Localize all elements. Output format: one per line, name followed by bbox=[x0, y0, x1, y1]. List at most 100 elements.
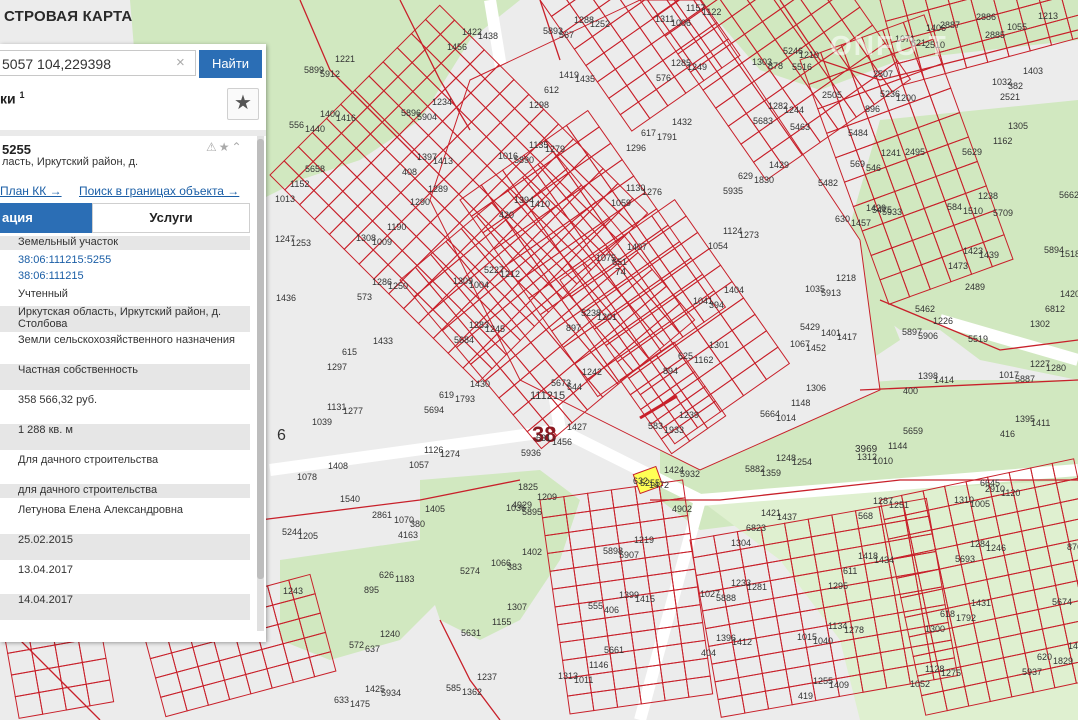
parcel-label: 1078 bbox=[297, 472, 317, 482]
parcel-label: 5913 bbox=[821, 288, 841, 298]
parcel-label: 380 bbox=[410, 519, 425, 529]
parcel-label: 5674 bbox=[1052, 597, 1072, 607]
parcel-label: 626 bbox=[379, 570, 394, 580]
parcel-label: 1510 bbox=[963, 206, 983, 216]
parcel-label: 1402 bbox=[522, 547, 542, 557]
parcel-label: 5937 bbox=[1022, 667, 1042, 677]
parcel-label: 1437 bbox=[777, 512, 797, 522]
attribute-row[interactable]: 38:06:111215 bbox=[0, 270, 250, 284]
find-button[interactable]: Найти bbox=[199, 50, 262, 78]
parcel-label: 5904 bbox=[417, 112, 437, 122]
star-icon[interactable]: ★ bbox=[227, 88, 259, 120]
parcel-label: 1009 bbox=[372, 237, 392, 247]
parcel-label: 1253 bbox=[291, 238, 311, 248]
parcel-label: 1052 bbox=[910, 679, 930, 689]
parcel-label: 1040 bbox=[813, 636, 833, 646]
parcel-label: 5463 bbox=[790, 122, 810, 132]
parcel-label: 1296 bbox=[626, 143, 646, 153]
attribute-row[interactable]: 38:06:111215:5255 bbox=[0, 254, 250, 268]
parcel-label: 1410 bbox=[530, 199, 550, 209]
chevron-up-icon[interactable]: ⌃ bbox=[232, 140, 244, 154]
link-plan[interactable]: План КК → bbox=[0, 184, 62, 198]
parcel-label: 572 bbox=[349, 640, 364, 650]
parcel-label: 6812 bbox=[1045, 304, 1065, 314]
parcel-label: 569 bbox=[850, 159, 865, 169]
parcel-label: 1297 bbox=[327, 362, 347, 372]
tab-info[interactable]: ация bbox=[0, 203, 92, 233]
scrollbar-thumb[interactable] bbox=[257, 139, 264, 579]
parcel-label: 1152 bbox=[290, 179, 309, 189]
parcel-label: 1438 bbox=[478, 31, 498, 41]
parcel-label: 5935 bbox=[723, 186, 743, 196]
star-outline-icon[interactable]: ★ bbox=[219, 140, 232, 154]
parcel-label: 1057 bbox=[409, 460, 429, 470]
parcel-label: 1456 bbox=[552, 437, 572, 447]
parcel-label: 1014 bbox=[776, 413, 796, 423]
parcel-label: 1416 bbox=[336, 113, 356, 123]
parcel-label: 1277 bbox=[343, 406, 363, 416]
parcel-label: 618 bbox=[940, 609, 955, 619]
object-number: 5255 bbox=[2, 142, 31, 157]
attribute-row: 14.04.2017 bbox=[0, 594, 250, 620]
search-bar: 5057 104,229398 × Найти bbox=[0, 50, 262, 78]
parcel-label: 419 bbox=[798, 691, 813, 701]
parcel-label: 878 bbox=[768, 61, 783, 71]
parcel-label: 1413 bbox=[433, 156, 453, 166]
parcel-label: 406 bbox=[604, 605, 619, 615]
info-panel: 5057 104,229398 × Найти ки 1 ★ 5255 ласт… bbox=[0, 44, 266, 642]
parcel-label: 2495 bbox=[905, 147, 925, 157]
parcel-label: 1300 bbox=[925, 624, 945, 634]
parcel-label: 544 bbox=[567, 382, 582, 392]
parcel-label: 1307 bbox=[507, 602, 527, 612]
parcel-label: 2886 bbox=[976, 12, 996, 22]
attribute-row: 1 288 кв. м bbox=[0, 424, 250, 450]
attribute-value: 358 566,32 руб. bbox=[18, 394, 98, 406]
parcel-label: 1201 bbox=[597, 312, 617, 322]
card-icons[interactable]: ⚠★⌃ bbox=[206, 140, 244, 154]
link-search-bounds[interactable]: Поиск в границах объекта → bbox=[79, 184, 239, 198]
attribute-row: Учтенный bbox=[0, 288, 250, 302]
parcel-label: 637 bbox=[365, 644, 380, 654]
parcel-label: 5890 bbox=[514, 155, 534, 165]
parcel-label: 5907 bbox=[619, 550, 639, 560]
warning-icon[interactable]: ⚠ bbox=[206, 140, 219, 154]
parcel-label: 1122 bbox=[702, 7, 721, 17]
parcel-label: 555 bbox=[588, 601, 603, 611]
attribute-value[interactable]: 38:06:111215 bbox=[18, 270, 84, 282]
parcel-label: 1039 bbox=[312, 417, 332, 427]
tab-services[interactable]: Услуги bbox=[92, 203, 250, 233]
object-address: ласть, Иркутский район, д. bbox=[2, 156, 139, 168]
parcel-label: 1234 bbox=[432, 97, 452, 107]
parcel-label: 1278 bbox=[844, 625, 864, 635]
parcel-label: 1279 bbox=[545, 144, 565, 154]
parcel-label: 5631 bbox=[461, 628, 481, 638]
parcel-label: 1289 bbox=[428, 184, 448, 194]
parcel-label: 5629 bbox=[962, 147, 982, 157]
parcel-label: 1226 bbox=[933, 316, 953, 326]
parcel-label: 573 bbox=[357, 292, 372, 302]
attribute-value: 13.04.2017 bbox=[18, 564, 74, 576]
parcel-label: 5933 bbox=[882, 207, 902, 217]
attribute-value[interactable]: 38:06:111215:5255 bbox=[18, 254, 111, 266]
clear-icon[interactable]: × bbox=[176, 54, 185, 71]
parcel-label: 1250 bbox=[388, 281, 408, 291]
parcel-label: 896 bbox=[865, 104, 880, 114]
parcel-label: 611 bbox=[843, 566, 857, 576]
parcel-label: 2505 bbox=[822, 90, 842, 100]
parcel-label: 1274 bbox=[440, 449, 460, 459]
attribute-row: Летунова Елена Александровна bbox=[0, 504, 250, 530]
parcel-label: 576 bbox=[656, 73, 671, 83]
parcel-label: 630 bbox=[835, 214, 850, 224]
parcel-label: 1183 bbox=[395, 574, 414, 584]
parcel-label: 568 bbox=[858, 511, 873, 521]
parcel-label: 5888 bbox=[716, 593, 736, 603]
parcel-label: 1829 bbox=[1053, 656, 1073, 666]
search-input[interactable]: 5057 104,229398 bbox=[0, 50, 196, 76]
parcel-label: 1213 bbox=[1038, 11, 1058, 21]
parcel-label: 567 bbox=[559, 30, 574, 40]
parcel-label: 5934 bbox=[381, 688, 401, 698]
parcel-label: 1405 bbox=[425, 504, 445, 514]
parcel-label: 1428 bbox=[1068, 641, 1078, 651]
parcel-label: 382 bbox=[1008, 81, 1023, 91]
attribute-value: 25.02.2015 bbox=[18, 534, 74, 546]
